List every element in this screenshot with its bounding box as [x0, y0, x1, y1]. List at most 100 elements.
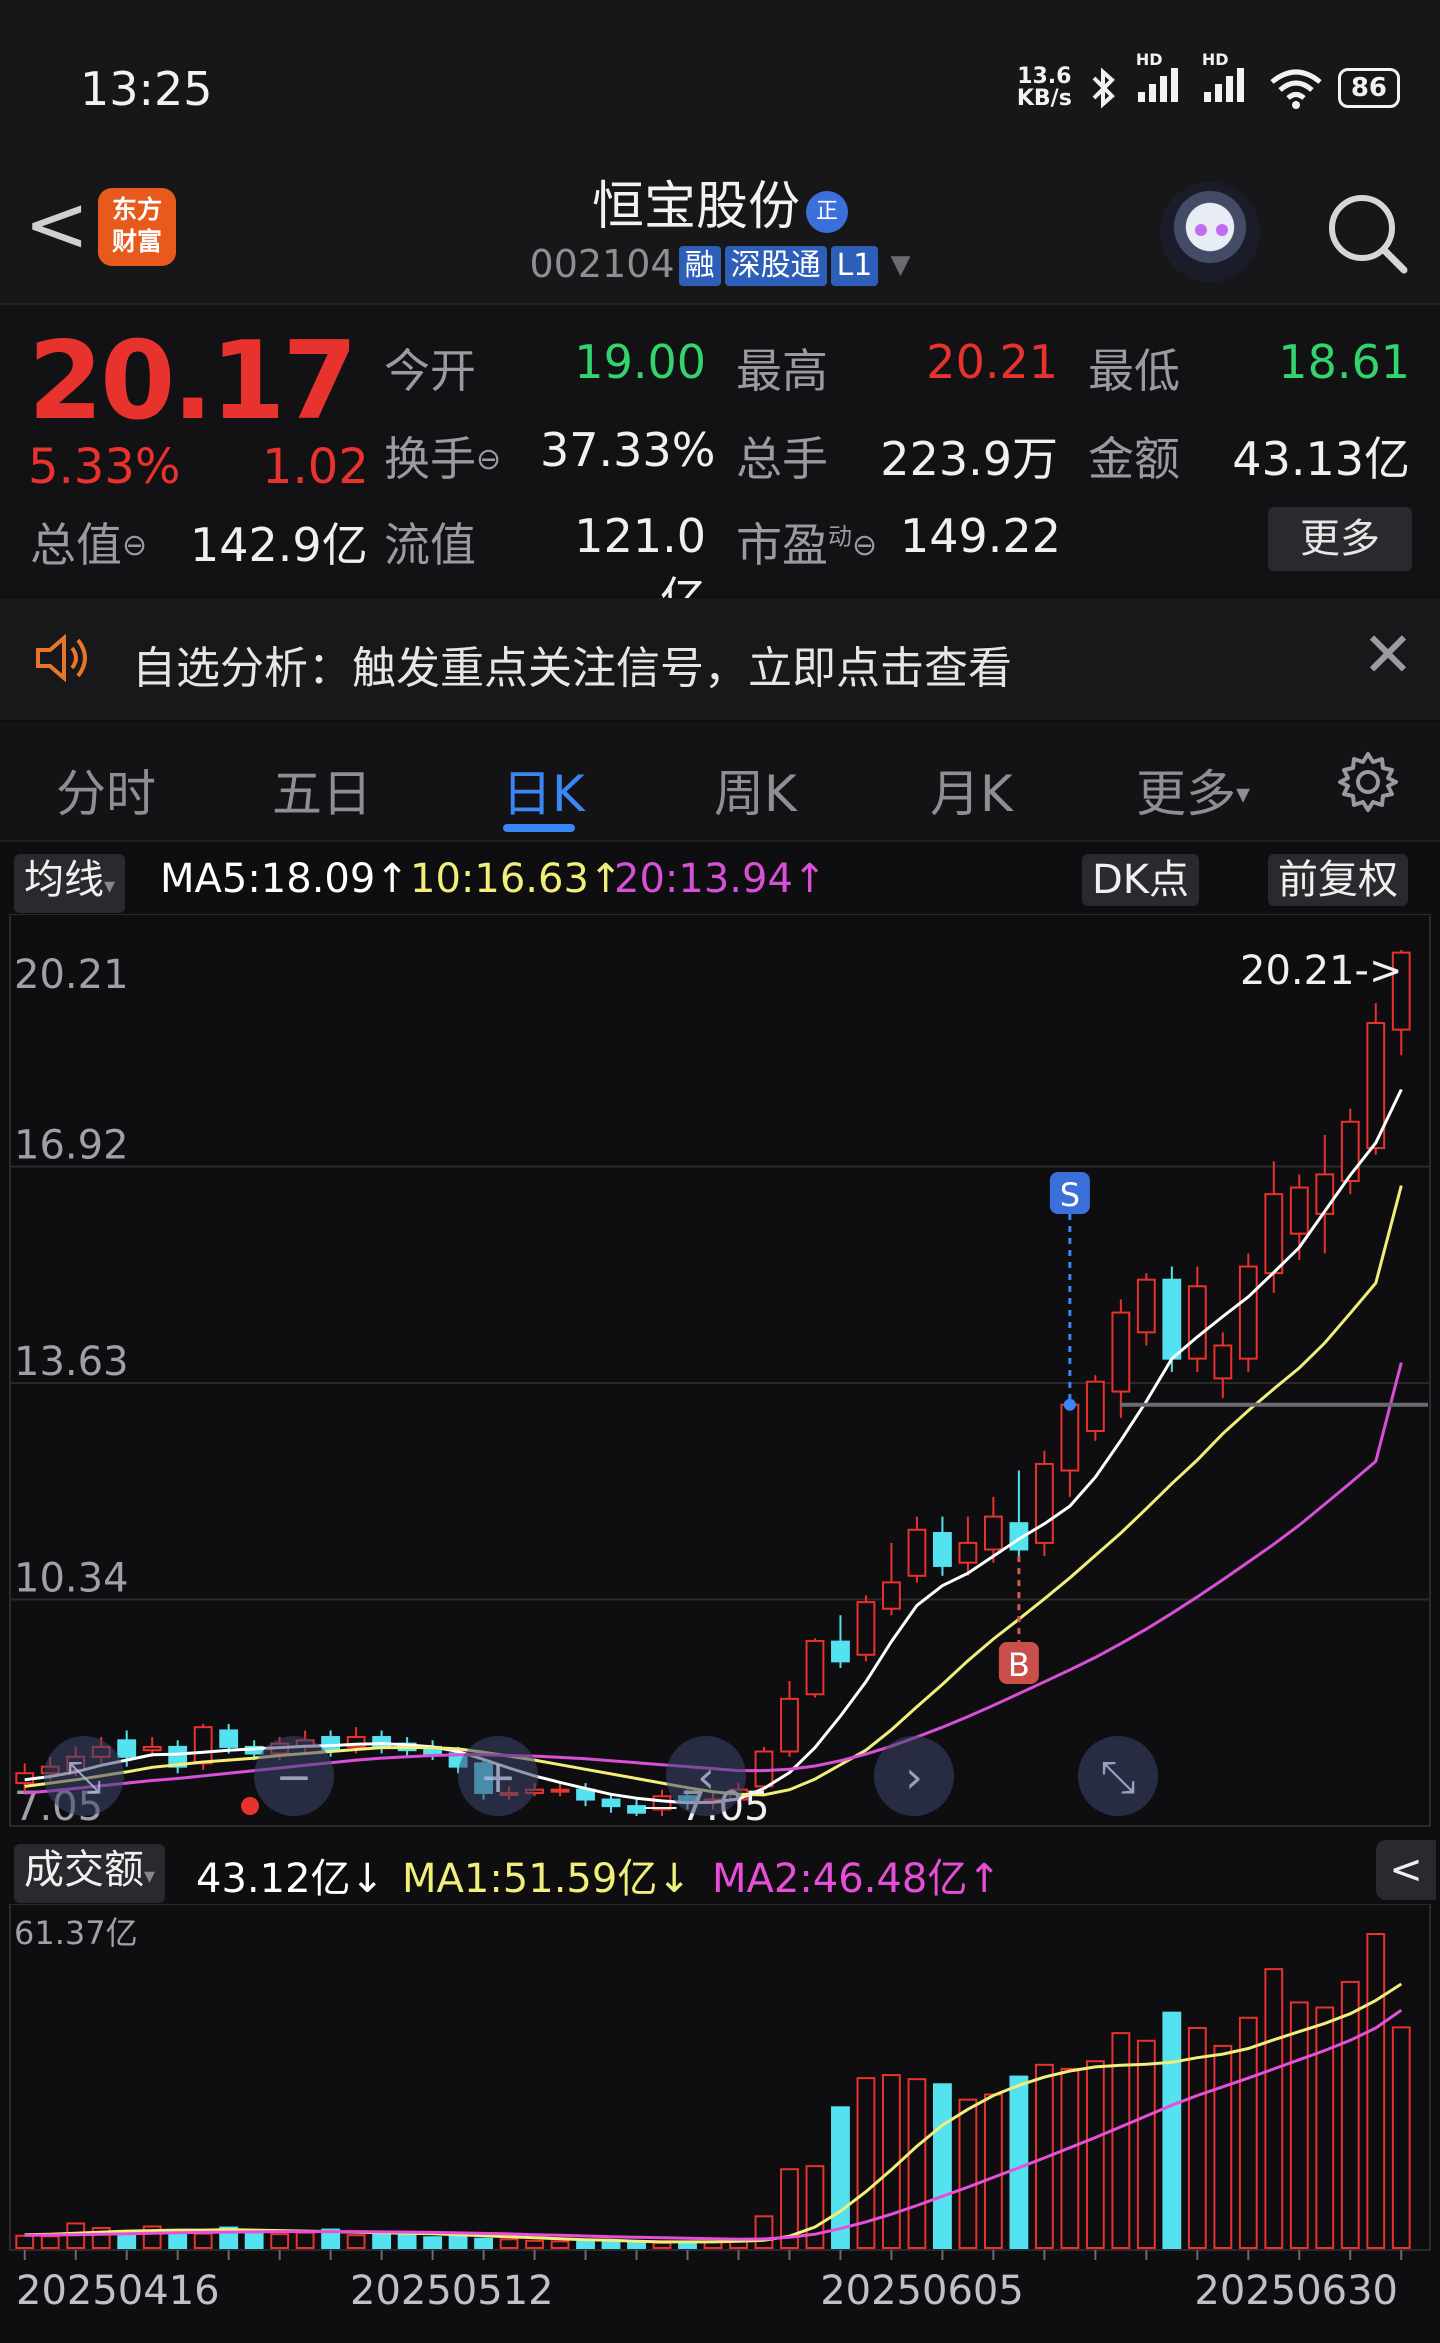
caret-down-icon: ▾: [104, 874, 116, 899]
stat-label-high: 最高: [736, 344, 828, 398]
x-tick-label: 20250416: [16, 2268, 220, 2314]
close-icon[interactable]: ✕: [1362, 618, 1414, 691]
market-cap-label[interactable]: 总值⊖: [30, 509, 147, 575]
volume-bar: [295, 2231, 315, 2250]
arrow-up-icon: ↑: [967, 1856, 1001, 1902]
period-tabs: 分时 五日 日K 周K 月K 更多▾: [0, 722, 1440, 842]
tab-more-label: 更多: [1136, 765, 1236, 823]
volume-bar: [907, 2078, 927, 2249]
zoom-out-icon[interactable]: ⤡: [44, 1736, 124, 1816]
stat-label-amount: 金额: [1088, 432, 1180, 486]
candle-body: [550, 1788, 570, 1793]
gear-icon[interactable]: [1336, 750, 1400, 814]
volume-bar: [499, 2238, 519, 2250]
candle-body: [1162, 1278, 1182, 1360]
stat-label-float-cap: 流值: [384, 518, 476, 572]
tab-more[interactable]: 更多▾: [1136, 754, 1250, 826]
battery-indicator: 86: [1337, 67, 1400, 108]
ma20-legend: 20:13.94↑: [614, 856, 826, 902]
stat-value-low: 18.61: [1278, 335, 1410, 389]
kline-chart[interactable]: 20.2116.9213.6310.347.0520.21->7.05SB⤡−+…: [0, 914, 1440, 1830]
volume-bar: [1162, 2011, 1182, 2249]
volume-legend-bar: 成交额▾ 43.12亿↓ MA1:51.59亿↓ MA2:46.48亿↑ <: [0, 1834, 1440, 1904]
collapse-panel-button[interactable]: <: [1376, 1840, 1436, 1900]
net-speed-unit: KB/s: [1016, 85, 1072, 111]
stock-name: 恒宝股份: [591, 177, 800, 237]
candle-body: [1136, 1278, 1156, 1334]
volume-bar: [1136, 2039, 1156, 2249]
ma5-value: MA5:18.09: [160, 856, 376, 902]
search-icon[interactable]: [1322, 188, 1412, 278]
market-cap-label-text: 总值: [30, 518, 122, 572]
tab-weekly-k[interactable]: 周K: [714, 754, 797, 826]
zoom-minus-icon[interactable]: −: [254, 1736, 334, 1816]
volume-indicator-selector[interactable]: 成交额▾: [14, 1844, 166, 1903]
sell-signal-dot: [1063, 1398, 1076, 1411]
volume-bar: [423, 2236, 443, 2250]
ma10-value: 10:16.63: [410, 856, 589, 902]
info-icon: ⊖: [122, 528, 148, 563]
ma10-legend: 10:16.63↑: [410, 856, 622, 902]
volume-bar: [193, 2232, 213, 2249]
signal-icon-2: HD: [1202, 50, 1254, 111]
stat-label-turnover[interactable]: 换手⊖: [384, 423, 501, 489]
y-tick-label: 10.34: [14, 1556, 129, 1602]
candle-body: [193, 1726, 213, 1765]
volume-bar: [1391, 2026, 1411, 2250]
alert-banner[interactable]: 自选分析：触发重点关注信号，立即点击查看 ✕: [0, 598, 1440, 720]
volume-bar: [397, 2233, 417, 2249]
price-adjust-button[interactable]: 前复权: [1268, 854, 1408, 906]
caret-down-icon: ▾: [1236, 777, 1251, 810]
indicator-selector[interactable]: 均线▾: [14, 854, 126, 913]
stat-label-open: 今开: [384, 344, 476, 398]
volume-max-label: 61.37亿: [14, 1914, 138, 1952]
fullscreen-icon[interactable]: ⤡: [1078, 1736, 1158, 1816]
volume-bar: [1264, 1968, 1284, 2250]
assistant-robot-icon[interactable]: [1160, 182, 1260, 282]
volume-bar: [1060, 2067, 1080, 2249]
zoom-out-icon-glyph: ⤡: [66, 1752, 101, 1803]
candle-body: [780, 1697, 799, 1753]
stat-label-pe[interactable]: 市盈动⊖: [736, 509, 877, 575]
volume-selector-label: 成交额: [24, 1847, 144, 1893]
candle-body: [321, 1736, 341, 1752]
net-speed: 13.6 KB/s: [1016, 65, 1072, 111]
dk-signal-button[interactable]: DK点: [1082, 854, 1200, 906]
volume-chart[interactable]: 61.37亿 20250416 20250512 20250605 20250630: [0, 1904, 1440, 2343]
x-tick-label: 20250512: [350, 2268, 554, 2314]
status-bar: 13:25 13.6 KB/s HD HD 86: [0, 0, 1440, 150]
scroll-left-icon[interactable]: ‹: [666, 1736, 746, 1816]
kline-legend-bar: 均线▾ MA5:18.09 ↑ 10:16.63↑ 20:13.94↑ DK点 前…: [0, 844, 1440, 914]
stat-label-volume: 总手: [736, 432, 828, 486]
vol-ma1-value: MA1:51.59亿: [402, 1856, 658, 1902]
tab-daily-k[interactable]: 日K: [502, 754, 585, 826]
candle-body: [1264, 1193, 1284, 1275]
arrow-up-icon: ↑: [792, 856, 827, 902]
robot-eye-right: [1216, 224, 1228, 236]
candle-body: [805, 1639, 825, 1696]
x-tick-label: 20250605: [820, 2268, 1024, 2314]
candle-body: [1187, 1285, 1207, 1360]
volume-bar: [933, 2083, 952, 2249]
market-cap-value: 142.9亿: [190, 518, 368, 572]
tab-intraday[interactable]: 分时: [56, 754, 156, 826]
scroll-right-icon[interactable]: ›: [874, 1736, 954, 1816]
candle-body: [907, 1528, 927, 1577]
candle-body: [1111, 1311, 1131, 1393]
vol-ma2-value: MA2:46.48亿: [712, 1856, 968, 1902]
sell-signal-label: S: [1060, 1176, 1080, 1214]
tab-monthly-k[interactable]: 月K: [930, 754, 1013, 826]
bluetooth-icon: [1092, 67, 1115, 108]
wifi-icon: [1270, 69, 1322, 109]
current-price: 20.17: [28, 319, 358, 444]
stat-label-turnover-text: 换手: [384, 432, 476, 486]
more-stats-button[interactable]: 更多: [1268, 507, 1412, 571]
zoom-plus-icon[interactable]: +: [458, 1736, 538, 1816]
candle-body: [1034, 1462, 1054, 1544]
active-tab-indicator: [503, 824, 575, 832]
y-tick-label: 20.21: [14, 952, 129, 998]
candle-body: [627, 1805, 646, 1814]
ma-line-ma10: [24, 1185, 1403, 1797]
volume-bar: [983, 2093, 1003, 2249]
tab-five-day[interactable]: 五日: [272, 754, 372, 826]
